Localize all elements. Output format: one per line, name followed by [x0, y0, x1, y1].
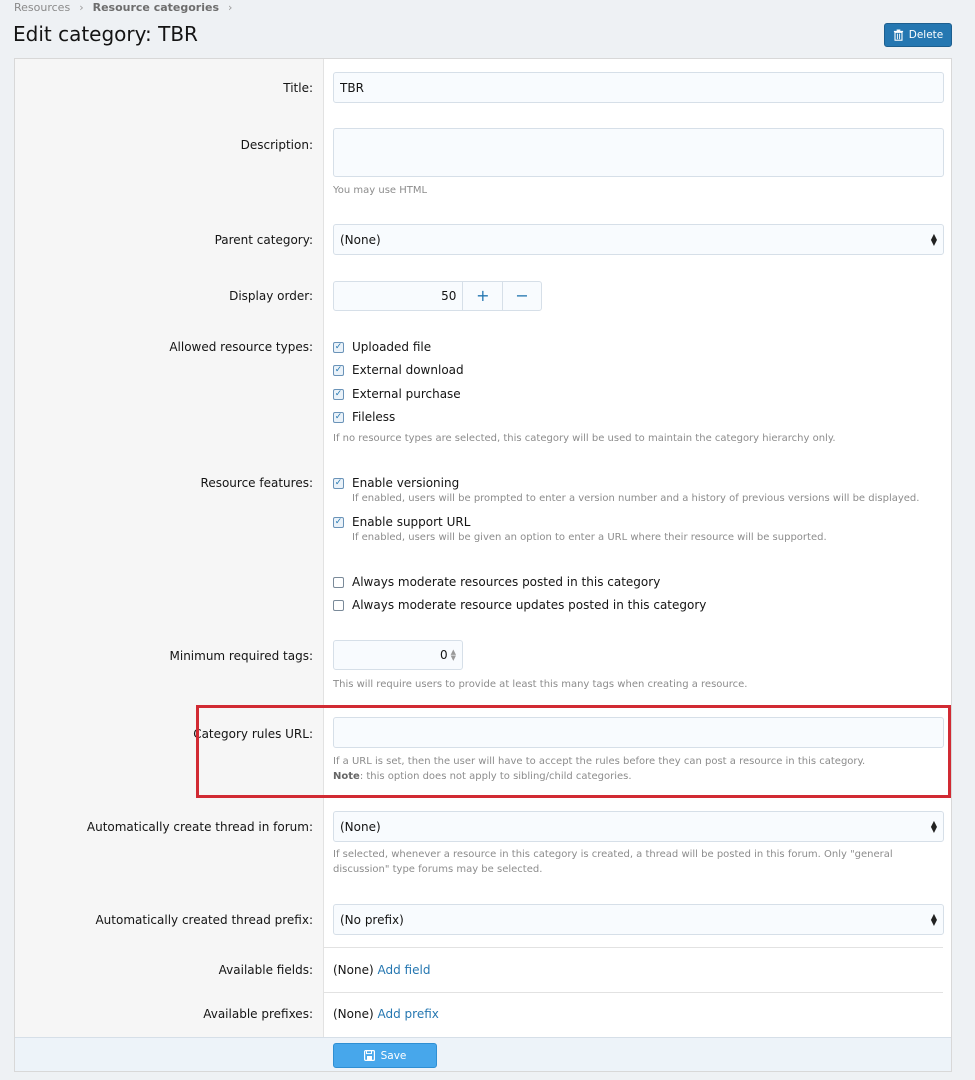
checkbox-unchecked-icon[interactable] [333, 576, 344, 588]
add-prefix-link[interactable]: Add prefix [378, 1007, 439, 1021]
select-arrows-icon: ▲ ▼ [930, 911, 937, 927]
chevron-right-icon: › [79, 1, 84, 14]
checkbox-fileless[interactable]: ✓ Fileless [333, 410, 395, 424]
display-order-value[interactable]: 50 [334, 282, 464, 310]
breadcrumb: Resources › Resource categories › [14, 1, 241, 14]
allowed-types-hint: If no resource types are selected, this … [333, 433, 836, 444]
page-title: Edit category: TBR [13, 22, 198, 46]
thread-forum-hint-1: If selected, whenever a resource in this… [333, 849, 893, 860]
divider [324, 947, 943, 948]
checkbox-label: Fileless [352, 410, 396, 424]
available-fields-value: (None) Add field [333, 963, 430, 977]
select-arrows-icon: ▲ ▼ [930, 231, 937, 247]
description-input[interactable] [333, 128, 944, 177]
checkbox-enable-support-url[interactable]: ✓ Enable support URL [333, 515, 470, 529]
parent-category-select[interactable]: (None) ▲ ▼ [333, 224, 944, 255]
thread-prefix-label: Automatically created thread prefix: [95, 913, 313, 927]
parent-category-value: (None) [340, 232, 381, 247]
min-tags-input[interactable]: 0 ▲ ▼ [333, 640, 463, 670]
edit-category-form: Title: Description: You may use HTML Par… [14, 58, 952, 1072]
save-icon [363, 1050, 375, 1061]
resource-features-label: Resource features: [200, 476, 313, 490]
checkbox-label: Enable support URL [352, 515, 471, 529]
delete-button[interactable]: Delete [884, 23, 952, 47]
trash-icon [893, 29, 903, 41]
support-url-hint: If enabled, users will be given an optio… [352, 532, 827, 543]
checkbox-enable-versioning[interactable]: ✓ Enable versioning [333, 476, 459, 490]
chevron-right-icon: › [228, 1, 233, 14]
min-tags-label: Minimum required tags: [169, 649, 314, 663]
minus-icon[interactable]: − [502, 282, 541, 310]
title-input[interactable] [333, 72, 944, 103]
available-prefixes-value: (None) Add prefix [333, 1007, 439, 1021]
spinner-arrows-icon[interactable]: ▲ ▼ [451, 649, 456, 662]
breadcrumb-resources[interactable]: Resources [14, 1, 70, 14]
divider [324, 992, 943, 993]
checkbox-moderate-updates[interactable]: Always moderate resource updates posted … [333, 598, 706, 612]
thread-forum-label: Automatically create thread in forum: [86, 820, 313, 834]
checkbox-checked-icon[interactable]: ✓ [333, 516, 344, 528]
checkbox-checked-icon[interactable]: ✓ [333, 411, 344, 423]
add-field-link[interactable]: Add field [378, 963, 431, 977]
available-fields-none: (None) [333, 963, 374, 977]
checkbox-label: Enable versioning [352, 476, 460, 490]
label-column [15, 59, 324, 1037]
checkbox-label: Uploaded file [352, 340, 432, 354]
save-label: Save [380, 1049, 407, 1062]
thread-prefix-select[interactable]: (No prefix) ▲ ▼ [333, 904, 944, 935]
display-order-stepper[interactable]: 50 + − [333, 281, 542, 311]
checkbox-checked-icon[interactable]: ✓ [333, 388, 344, 400]
plus-icon[interactable]: + [463, 282, 502, 310]
min-tags-hint: This will require users to provide at le… [333, 679, 748, 690]
checkbox-checked-icon[interactable]: ✓ [333, 477, 344, 489]
thread-forum-value: (None) [340, 819, 381, 834]
available-prefixes-label: Available prefixes: [203, 1007, 313, 1021]
versioning-hint: If enabled, users will be prompted to en… [352, 493, 920, 504]
delete-label: Delete [908, 29, 944, 41]
checkbox-external-download[interactable]: ✓ External download [333, 363, 464, 377]
checkbox-label: External download [352, 363, 464, 377]
thread-prefix-value: (No prefix) [340, 912, 404, 927]
checkbox-moderate-resources[interactable]: Always moderate resources posted in this… [333, 575, 660, 589]
available-prefixes-none: (None) [333, 1007, 374, 1021]
checkbox-uploaded-file[interactable]: ✓ Uploaded file [333, 340, 431, 354]
checkbox-label: External purchase [352, 387, 461, 401]
checkbox-unchecked-icon[interactable] [333, 599, 344, 611]
title-label: Title: [283, 81, 313, 95]
available-fields-label: Available fields: [218, 963, 313, 977]
checkbox-checked-icon[interactable]: ✓ [333, 341, 344, 353]
allowed-types-label: Allowed resource types: [169, 340, 313, 354]
thread-forum-select[interactable]: (None) ▲ ▼ [333, 811, 944, 842]
display-order-label: Display order: [229, 289, 313, 303]
description-label: Description: [240, 138, 313, 152]
highlight-box [196, 705, 951, 798]
checkbox-checked-icon[interactable]: ✓ [333, 364, 344, 376]
checkbox-label: Always moderate resource updates posted … [352, 598, 707, 612]
breadcrumb-resource-categories[interactable]: Resource categories [93, 1, 219, 14]
thread-forum-hint-2: discussion" type forums may be selected. [333, 864, 543, 875]
select-arrows-icon: ▲ ▼ [930, 818, 937, 834]
parent-category-label: Parent category: [214, 233, 313, 247]
save-button[interactable]: Save [333, 1043, 437, 1068]
min-tags-value: 0 [439, 648, 448, 662]
checkbox-label: Always moderate resources posted in this… [352, 575, 661, 589]
description-hint: You may use HTML [333, 185, 428, 196]
checkbox-external-purchase[interactable]: ✓ External purchase [333, 387, 461, 401]
form-footer: Save [15, 1037, 951, 1071]
